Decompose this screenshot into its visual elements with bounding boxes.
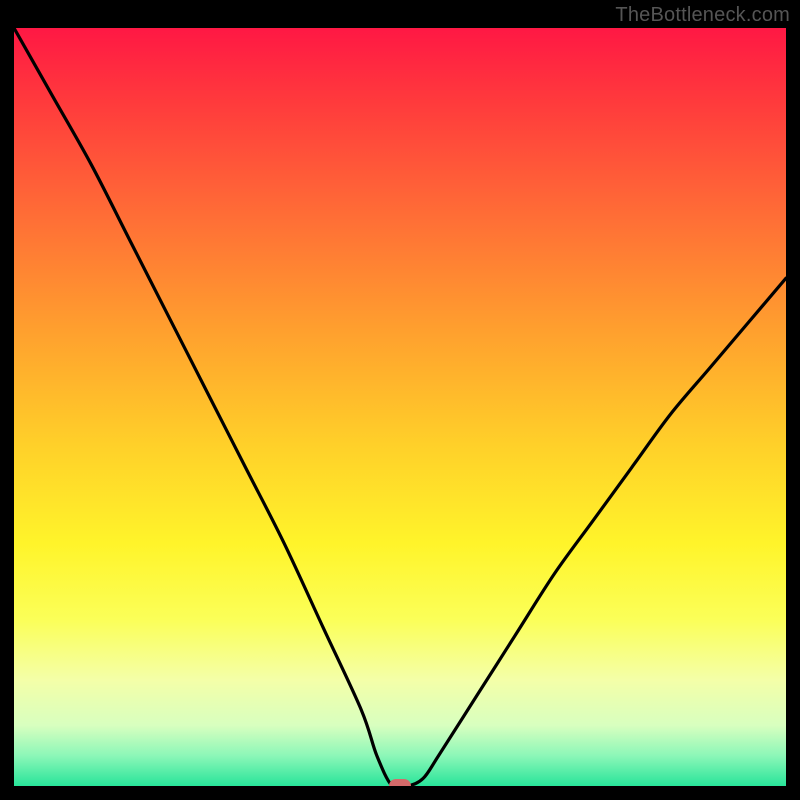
bottleneck-marker bbox=[389, 779, 411, 786]
watermark-label: TheBottleneck.com bbox=[615, 4, 790, 27]
plot-area bbox=[14, 28, 786, 786]
bottleneck-curve bbox=[14, 28, 786, 786]
chart-frame: TheBottleneck.com bbox=[0, 0, 800, 800]
